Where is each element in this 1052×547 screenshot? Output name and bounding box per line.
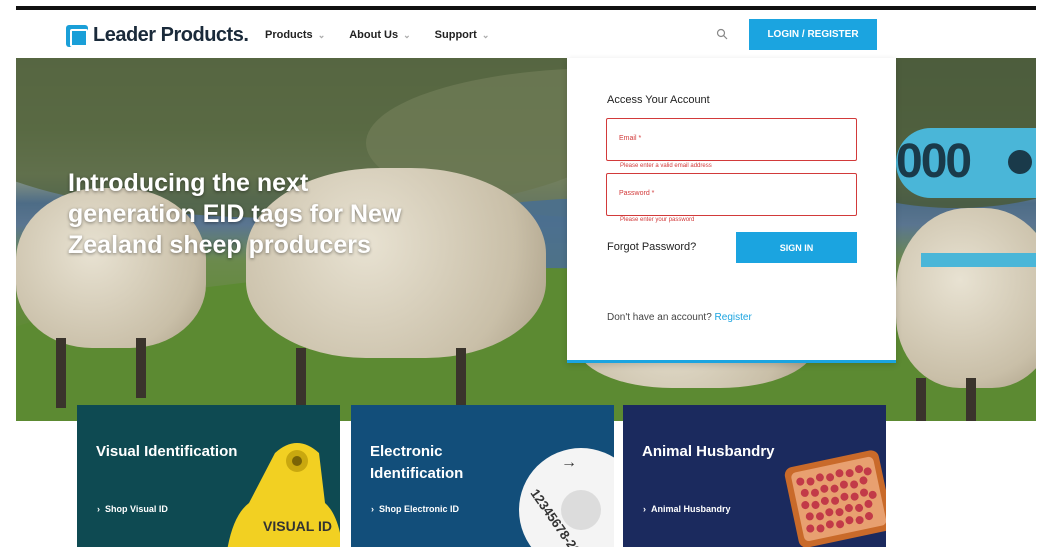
no-account-text: Don't have an account? xyxy=(607,312,712,323)
password-field[interactable]: Password * xyxy=(606,173,857,216)
shop-electronic-id-link[interactable]: › Shop Electronic ID xyxy=(371,504,459,514)
card-animal-husbandry[interactable]: Animal Husbandry › Animal Husbandry xyxy=(623,405,886,547)
card-link-label: Shop Electronic ID xyxy=(379,504,460,514)
card-title: Animal Husbandry xyxy=(642,443,775,460)
logo-icon xyxy=(66,24,88,47)
email-field-label: Email * xyxy=(619,135,642,142)
arrow-icon: → xyxy=(561,454,577,471)
nav-support-label: Support xyxy=(434,29,477,41)
sheep-leg xyxy=(456,348,466,408)
site-header: Leader Products. Products ⌄ About Us ⌄ S… xyxy=(0,10,1052,58)
card-title: Electronic Identification xyxy=(370,443,464,482)
password-field-label: Password * xyxy=(619,190,655,197)
sheep-leg xyxy=(966,378,976,421)
nav-products-label: Products xyxy=(265,29,313,41)
sheep-leg xyxy=(136,338,146,398)
main-nav: Products ⌄ About Us ⌄ Support ⌄ xyxy=(265,29,489,41)
chevron-down-icon: ⌄ xyxy=(317,29,326,40)
shop-visual-id-link[interactable]: › Shop Visual ID xyxy=(97,504,168,514)
sheep-leg xyxy=(296,348,306,408)
nav-products[interactable]: Products ⌄ xyxy=(265,29,325,41)
sheep-image xyxy=(896,208,1036,388)
email-field[interactable]: Email * xyxy=(606,118,857,161)
register-link[interactable]: Register xyxy=(715,312,752,323)
search-icon[interactable] xyxy=(716,28,728,40)
chevron-down-icon: ⌄ xyxy=(403,29,411,40)
login-register-button[interactable]: LOGIN / REGISTER xyxy=(749,19,877,50)
nav-support[interactable]: Support ⌄ xyxy=(435,29,490,41)
hero-headline: Introducing the next generation EID tags… xyxy=(68,169,402,259)
card-visual-id[interactable]: Visual Identification › Shop Visual ID V… xyxy=(77,405,340,547)
card-link-label: Shop Visual ID xyxy=(105,504,168,514)
login-panel: Access Your Account Email * Please enter… xyxy=(567,58,896,363)
logo[interactable]: Leader Products. xyxy=(66,24,249,47)
visual-id-tag-image: VISUAL ID xyxy=(227,443,340,547)
sheep-leg xyxy=(916,378,926,421)
animal-husbandry-link[interactable]: › Animal Husbandry xyxy=(643,504,731,514)
nav-about-us-label: About Us xyxy=(349,29,399,41)
chevron-down-icon: ⌄ xyxy=(481,29,490,40)
nav-about-us[interactable]: About Us ⌄ xyxy=(349,29,410,41)
email-error: Please enter a valid email address xyxy=(620,163,712,169)
sign-in-button[interactable]: SIGN IN xyxy=(736,232,857,263)
sheep-leg xyxy=(56,338,66,408)
forgot-password-link[interactable]: Forgot Password? xyxy=(607,241,696,253)
visual-id-tag-text: VISUAL ID xyxy=(263,518,332,534)
card-link-label: Animal Husbandry xyxy=(651,504,731,514)
electronic-id-tag-image: 12345678-20 → xyxy=(519,448,614,547)
logo-text: Leader Products. xyxy=(93,24,249,46)
ear-tag-number: 000 xyxy=(896,135,972,188)
login-panel-title: Access Your Account xyxy=(607,94,710,106)
ear-tag-hole xyxy=(1008,150,1032,174)
password-error: Please enter your password xyxy=(620,217,695,223)
register-prompt: Don't have an account? Register xyxy=(607,312,752,323)
animal-husbandry-tray-image xyxy=(784,450,886,547)
ear-tag-strip xyxy=(921,253,1036,267)
card-electronic-id[interactable]: Electronic Identification › Shop Electro… xyxy=(351,405,614,547)
